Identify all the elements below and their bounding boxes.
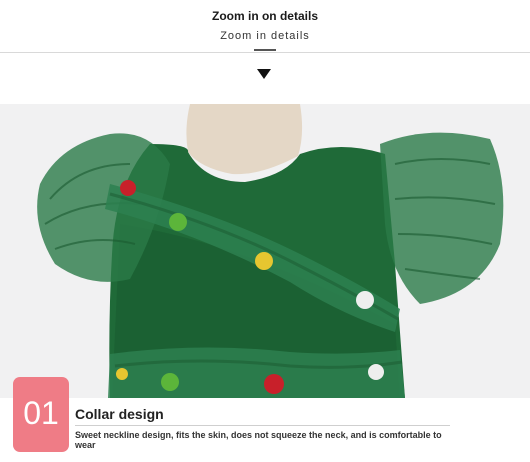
dress-detail-photo [0, 104, 530, 398]
page-title: Zoom in on details [211, 9, 318, 23]
feature-title: Collar design [75, 406, 164, 422]
page-subtitle: Zoom in details [220, 30, 310, 42]
subtitle-underline [254, 49, 276, 51]
dress-illustration [0, 104, 530, 398]
feature-divider [75, 425, 450, 426]
feature-number-badge: 01 [13, 377, 69, 452]
down-triangle-icon [257, 69, 271, 79]
feature-number: 01 [23, 395, 59, 431]
header: Zoom in on details Zoom in details [0, 0, 530, 104]
header-divider [0, 52, 530, 53]
feature-description: Sweet neckline design, fits the skin, do… [75, 430, 442, 450]
